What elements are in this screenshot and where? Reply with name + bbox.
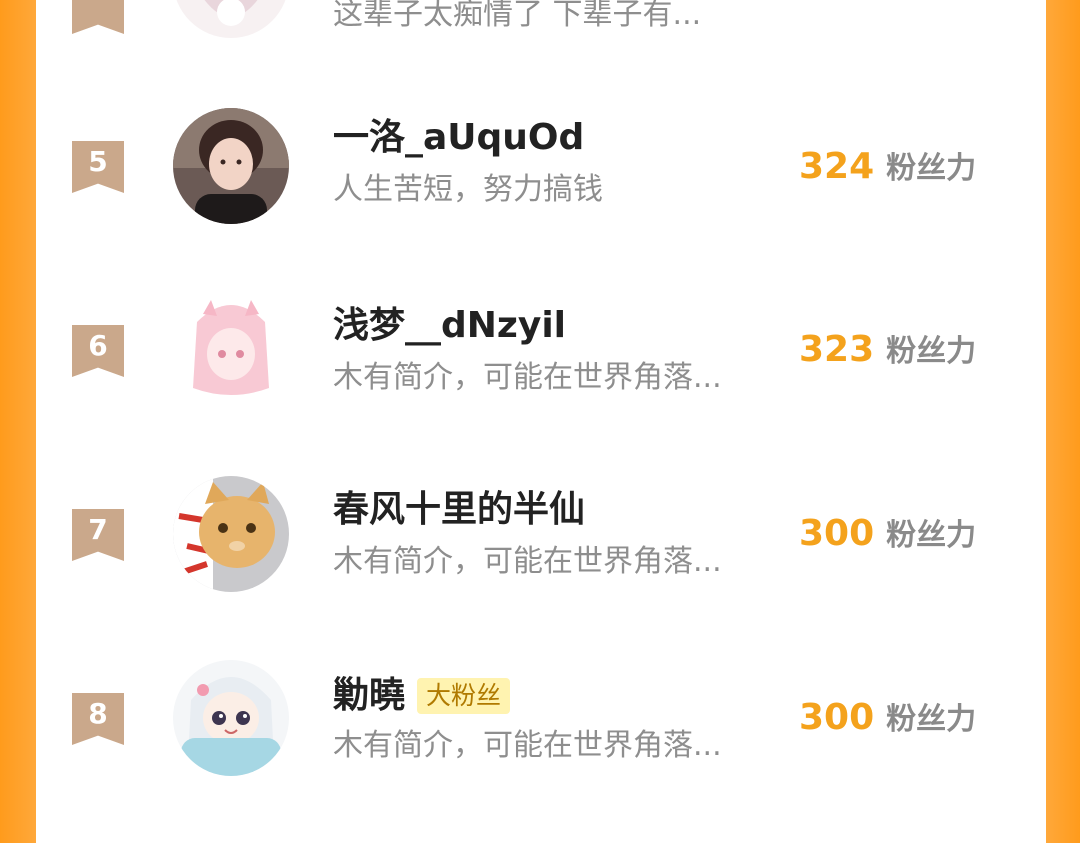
- user-avatar[interactable]: [173, 660, 289, 776]
- user-avatar[interactable]: [173, 476, 289, 592]
- ranking-row[interactable]: 6 浅梦__dNzyil 木有简介，可能在世界角落... 323 粉丝力: [36, 280, 1046, 420]
- big-fan-badge: 大粉丝: [417, 678, 511, 714]
- user-name-line: 一洛_aUquOd: [333, 116, 584, 160]
- user-name[interactable]: 勦曉: [333, 674, 405, 718]
- user-name[interactable]: 一洛_aUquOd: [333, 116, 584, 160]
- fan-power-value: 300: [799, 697, 875, 738]
- rank-ribbon: 8: [72, 693, 124, 745]
- fan-power-label: 粉丝力: [886, 518, 977, 553]
- fan-power: 300 粉丝力: [799, 694, 976, 738]
- fan-power: 324 粉丝力: [799, 143, 976, 187]
- fans-ranking-card: 这辈子太痴情了 下辈子有... 5 一洛_aUquOd 人生苦短，努力搞钱 32…: [36, 0, 1046, 843]
- fan-power-label: 粉丝力: [886, 702, 977, 737]
- user-bio: 这辈子太痴情了 下辈子有...: [333, 0, 702, 32]
- user-name[interactable]: 春风十里的半仙: [333, 488, 585, 532]
- fan-power-value: 324: [799, 146, 875, 187]
- rank-ribbon: 7: [72, 509, 124, 561]
- ranking-row[interactable]: 7 春风十里的半仙 木有简介，可能在世界角落... 300 粉丝力: [36, 464, 1046, 604]
- user-name-line: 春风十里的半仙: [333, 488, 585, 532]
- rank-ribbon: [72, 0, 124, 34]
- fan-power-label: 粉丝力: [886, 334, 977, 369]
- fan-power-value: 323: [799, 329, 875, 370]
- user-bio: 木有简介，可能在世界角落...: [333, 360, 722, 395]
- fan-power-value: 300: [799, 513, 875, 554]
- user-avatar[interactable]: [173, 0, 289, 38]
- ranking-row-partial[interactable]: 这辈子太痴情了 下辈子有...: [36, 0, 1046, 40]
- user-name-line: 浅梦__dNzyil: [333, 304, 566, 348]
- user-bio: 木有简介，可能在世界角落...: [333, 728, 722, 763]
- fan-power: 323 粉丝力: [799, 326, 976, 370]
- fan-power-label: 粉丝力: [886, 151, 977, 186]
- user-bio: 人生苦短，努力搞钱: [333, 172, 603, 207]
- user-avatar[interactable]: [173, 292, 289, 408]
- user-bio: 木有简介，可能在世界角落...: [333, 544, 722, 579]
- user-avatar[interactable]: [173, 108, 289, 224]
- user-name-line: 勦曉 大粉丝: [333, 674, 511, 718]
- ranking-row[interactable]: 8 勦曉 大粉丝 木有简介，可能在世界角落... 300 粉丝力: [36, 648, 1046, 788]
- user-name[interactable]: 浅梦__dNzyil: [333, 304, 566, 348]
- rank-ribbon: 6: [72, 325, 124, 377]
- fan-power: 300 粉丝力: [799, 510, 976, 554]
- rank-ribbon: 5: [72, 141, 124, 193]
- ranking-row[interactable]: 5 一洛_aUquOd 人生苦短，努力搞钱 324 粉丝力: [36, 96, 1046, 236]
